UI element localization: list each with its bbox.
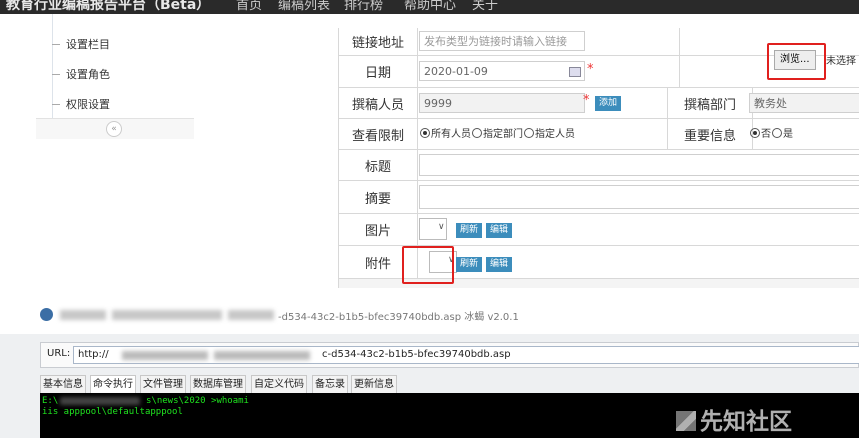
radio-all-label: 所有人员	[431, 129, 471, 140]
redacted-text	[112, 310, 222, 320]
calendar-icon[interactable]	[569, 67, 581, 77]
sidebar-item-columns[interactable]: 设置栏目	[36, 30, 194, 60]
important-radio-group: 否是	[749, 125, 793, 140]
add-author-button[interactable]: 添加	[595, 96, 622, 111]
radio-yes-icon[interactable]	[772, 128, 782, 138]
terminal-line-command: s\news\2020 >whoami	[146, 396, 249, 406]
top-nav-bar: 教育行业编稿报告平台（Beta） 首页 编稿列表 排行榜 帮助中心 关于	[0, 0, 859, 14]
sidebar-collapse-bar: «	[36, 118, 194, 139]
title-label: 标题	[339, 150, 418, 180]
tab-custom-code[interactable]: 自定义代码	[251, 375, 307, 393]
view-limit-radio-group: 所有人员 指定部门 指定人员	[419, 125, 575, 140]
app-title: 教育行业编稿报告平台（Beta）	[6, 0, 211, 13]
nav-list[interactable]: 编稿列表	[278, 0, 330, 13]
shell-title-bar: -d534-43c2-b1b5-bfec39740bdb.asp 冰蝎 v2.0…	[0, 298, 859, 334]
tab-file-manager[interactable]: 文件管理	[140, 375, 186, 393]
tab-update-info[interactable]: 更新信息	[351, 375, 397, 393]
shell-title-text: -d534-43c2-b1b5-bfec39740bdb.asp 冰蝎 v2.0…	[278, 312, 519, 323]
redacted-text	[214, 351, 310, 360]
author-label: 撰稿人员	[339, 88, 418, 118]
view-limit-label: 查看限制	[339, 119, 418, 149]
form-row-title: 标题	[339, 150, 859, 181]
title-input[interactable]	[419, 154, 859, 176]
sidebar-item-label: 设置栏目	[66, 38, 110, 51]
radio-person-label: 指定人员	[535, 129, 575, 140]
nav-help[interactable]: 帮助中心	[404, 0, 456, 13]
summary-input[interactable]	[419, 185, 859, 209]
tab-memo[interactable]: 备忘录	[312, 375, 348, 393]
form-row-author: 撰稿人员 9999 * 添加 撰稿部门 教务处	[339, 88, 859, 119]
tree-dash	[52, 104, 60, 105]
image-refresh-button[interactable]: 刷新	[456, 223, 483, 238]
radio-no-label: 否	[761, 129, 771, 140]
file-status: 未选择	[826, 56, 856, 67]
sidebar-item-permissions[interactable]: 权限设置	[36, 90, 194, 120]
radio-person-icon[interactable]	[524, 128, 534, 138]
tab-basic-info[interactable]: 基本信息	[40, 375, 86, 393]
app-logo-icon	[40, 308, 53, 321]
attachment-refresh-button[interactable]: 刷新	[456, 257, 483, 272]
watermark-text: 先知社区	[700, 409, 792, 435]
redacted-text	[60, 397, 140, 405]
summary-label: 摘要	[339, 181, 418, 213]
nav-about[interactable]: 关于	[472, 0, 498, 13]
sidebar-item-label: 权限设置	[66, 98, 110, 111]
chevron-down-icon: ∨	[438, 222, 445, 232]
url-prefix: http://	[78, 349, 109, 360]
image-edit-button[interactable]: 编辑	[486, 223, 513, 238]
url-input[interactable]: http:// c-d534-43c2-b1b5-bfec39740bdb.as…	[73, 346, 859, 364]
radio-dept-label: 指定部门	[483, 129, 523, 140]
image-select[interactable]: ∨	[419, 218, 447, 240]
required-star: *	[583, 93, 590, 108]
url-label: URL:	[47, 348, 71, 359]
nav-rank[interactable]: 排行榜	[344, 0, 383, 13]
url-bar: URL: http:// c-d534-43c2-b1b5-bfec39740b…	[40, 342, 859, 368]
sidebar-item-roles[interactable]: 设置角色	[36, 60, 194, 90]
radio-no-icon[interactable]	[750, 128, 760, 138]
author-input[interactable]: 9999	[419, 93, 585, 113]
form-row-image: 图片 ∨ 刷新 编辑	[339, 214, 859, 246]
tree-dash	[52, 74, 60, 75]
form-row-view-limit: 查看限制 所有人员 指定部门 指定人员 重要信息 否是	[339, 119, 859, 150]
link-input[interactable]: 发布类型为链接时请输入链接	[419, 31, 585, 51]
sidebar-item-label: 设置角色	[66, 68, 110, 81]
watermark-logo-icon	[676, 411, 696, 431]
dept-label: 撰稿部门	[667, 88, 753, 118]
redacted-text	[60, 310, 106, 320]
radio-dept-icon[interactable]	[472, 128, 482, 138]
highlight-box-browse	[767, 43, 826, 80]
tab-command-exec[interactable]: 命令执行	[90, 375, 136, 393]
important-label: 重要信息	[667, 119, 753, 149]
collapse-chevron-icon[interactable]: «	[106, 121, 122, 137]
url-suffix: c-d534-43c2-b1b5-bfec39740bdb.asp	[322, 349, 511, 360]
date-label: 日期	[339, 56, 418, 87]
required-star: *	[587, 62, 594, 77]
attachment-edit-button[interactable]: 编辑	[486, 257, 513, 272]
radio-yes-label: 是	[783, 129, 793, 140]
nav-home[interactable]: 首页	[236, 0, 262, 13]
tree-dash	[52, 44, 60, 45]
watermark: 先知社区	[676, 402, 792, 436]
highlight-box-attachment	[402, 246, 454, 284]
terminal-line-output: iis apppool\defaultapppool	[42, 407, 183, 417]
terminal-line-prefix: E:\	[42, 396, 59, 406]
link-label: 链接地址	[339, 28, 418, 55]
redacted-text	[228, 310, 274, 320]
form-row-summary: 摘要	[339, 181, 859, 214]
dept-input[interactable]: 教务处	[749, 93, 859, 113]
redacted-text	[122, 351, 208, 360]
radio-all-icon[interactable]	[420, 128, 430, 138]
image-label: 图片	[339, 214, 418, 245]
tab-db-manager[interactable]: 数据库管理	[190, 375, 246, 393]
date-input[interactable]: 2020-01-09	[419, 61, 585, 81]
